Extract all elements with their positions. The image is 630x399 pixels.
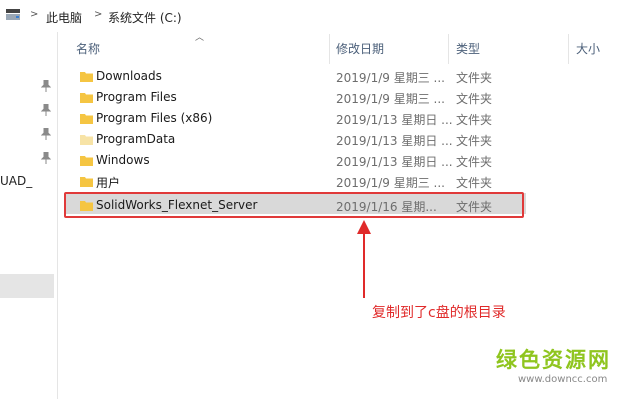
nav-item-selected[interactable] [0,274,54,298]
file-type: 文件夹 [456,155,493,169]
file-date: 2019/1/13 星期日 ... [336,155,453,169]
sort-ascending-icon: ︿ [195,33,205,43]
column-header-name[interactable]: 名称 [76,40,100,62]
file-type: 文件夹 [456,92,493,106]
file-type: 文件夹 [456,71,493,85]
folder-icon [80,113,93,124]
file-name[interactable]: Program Files (x86) [96,111,212,125]
file-name[interactable]: Program Files [96,90,177,104]
column-divider[interactable] [448,34,449,64]
folder-icon [80,155,93,166]
highlight-box [64,192,524,218]
breadcrumb-this-pc[interactable]: 此电脑 [46,9,82,26]
file-type: 文件夹 [456,176,493,190]
annotation-text: 复制到了c盘的根目录 [372,305,506,321]
pin-icon[interactable] [40,103,52,116]
file-date: 2019/1/13 星期日 ... [336,113,453,127]
column-divider[interactable] [568,34,569,64]
column-divider[interactable] [329,34,330,64]
column-header-type[interactable]: 类型 [456,40,480,62]
pin-icon[interactable] [40,79,52,92]
file-date: 2019/1/9 星期三 ... [336,71,445,85]
file-name[interactable]: 用户 [96,174,120,191]
arrow-up-icon [357,220,371,298]
drive-icon [6,9,20,20]
file-date: 2019/1/9 星期三 ... [336,176,445,190]
pin-icon[interactable] [40,127,52,140]
file-date: 2019/1/9 星期三 ... [336,92,445,106]
breadcrumb-c-drive[interactable]: 系统文件 (C:) [108,9,182,26]
nav-item-label[interactable]: UAD_ [0,174,32,188]
file-name[interactable]: ProgramData [96,132,175,146]
chevron-right-icon: > [30,9,39,20]
address-bar[interactable]: > 此电脑 > 系统文件 (C:) [0,0,630,32]
folder-icon [80,134,93,145]
file-name[interactable]: Windows [96,153,150,167]
file-type: 文件夹 [456,113,493,127]
column-header-size[interactable]: 大小 [576,40,600,62]
watermark-url: www.downcc.com [518,374,608,385]
watermark-title: 绿色资源网 [496,348,611,372]
folder-icon [80,71,93,82]
column-header-date[interactable]: 修改日期 [336,40,384,62]
folder-icon [80,92,93,103]
file-date: 2019/1/13 星期日 ... [336,134,453,148]
file-type: 文件夹 [456,134,493,148]
folder-icon [80,176,93,187]
pin-icon[interactable] [40,151,52,164]
chevron-right-icon: > [94,9,103,20]
file-name[interactable]: Downloads [96,69,162,83]
